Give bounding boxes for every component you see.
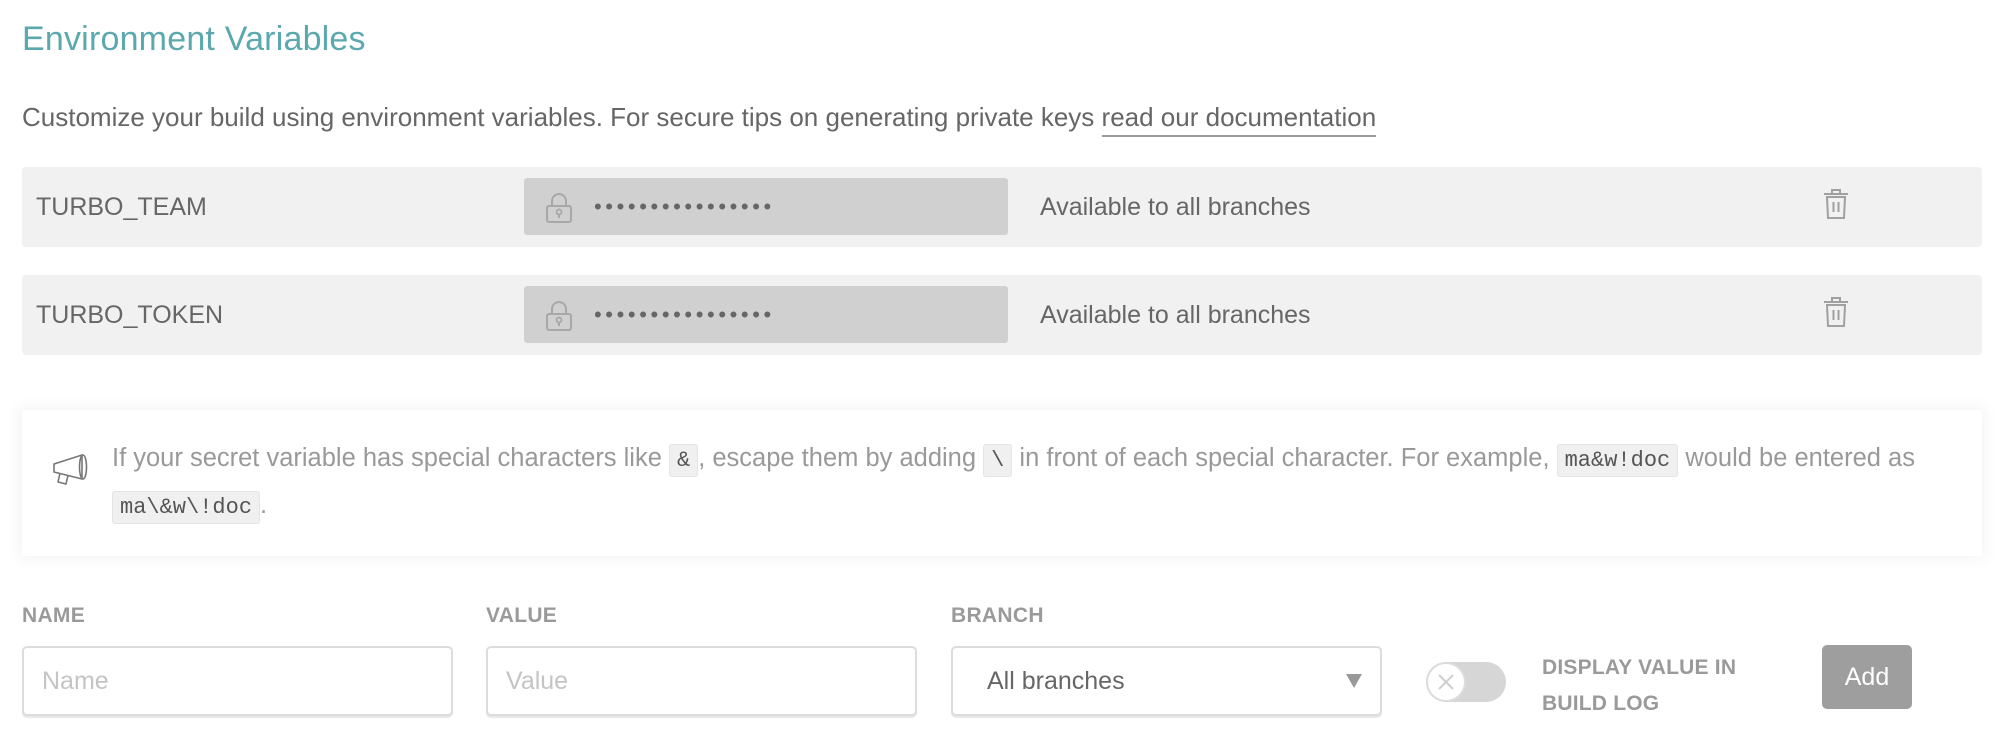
branch-selected-value: All branches xyxy=(987,667,1125,695)
env-var-value: •••••••••••••••• xyxy=(524,286,1008,343)
value-label: VALUE xyxy=(486,604,558,627)
branch-select[interactable]: All branches xyxy=(951,646,1382,716)
notice-text: If your secret variable has special char… xyxy=(112,436,1952,530)
env-var-branch: Available to all branches xyxy=(1040,301,1311,329)
masked-value: •••••••••••••••• xyxy=(594,302,775,327)
code-example: ma&w!doc xyxy=(1556,444,1679,477)
env-var-value: •••••••••••••••• xyxy=(524,178,1008,235)
special-characters-notice: If your secret variable has special char… xyxy=(22,410,1982,556)
name-input[interactable] xyxy=(22,646,453,716)
documentation-link[interactable]: read our documentation xyxy=(1101,102,1377,137)
megaphone-icon xyxy=(53,454,88,485)
lock-icon xyxy=(546,301,572,331)
env-var-name: TURBO_TOKEN xyxy=(36,301,224,329)
env-var-branch: Available to all branches xyxy=(1040,193,1311,221)
trash-icon[interactable] xyxy=(1822,295,1850,329)
name-label: NAME xyxy=(22,604,86,627)
description-text: Customize your build using environment v… xyxy=(22,102,1102,132)
display-value-label: DISPLAY VALUE IN BUILD LOG xyxy=(1542,656,1737,715)
notice-text-part: If your secret variable has special char… xyxy=(112,444,669,472)
toggle-knob xyxy=(1426,662,1466,702)
notice-text-part: would be entered as xyxy=(1678,444,1915,472)
page-description: Customize your build using environment v… xyxy=(22,102,1377,137)
env-var-row: TURBO_TEAM •••••••••••••••• Available to… xyxy=(22,167,1982,247)
notice-text-part: , escape them by adding xyxy=(698,444,984,472)
value-input[interactable] xyxy=(486,646,917,716)
env-var-row: TURBO_TOKEN •••••••••••••••• Available t… xyxy=(22,275,1982,355)
notice-text-part: in front of each special character. For … xyxy=(1012,444,1557,472)
masked-value: •••••••••••••••• xyxy=(594,194,775,219)
add-button[interactable]: Add xyxy=(1822,645,1912,709)
notice-text-part: . xyxy=(260,491,268,519)
trash-icon[interactable] xyxy=(1822,187,1850,221)
env-var-name: TURBO_TEAM xyxy=(36,193,207,221)
lock-icon xyxy=(546,193,572,223)
code-example-escaped: ma\&w\!doc xyxy=(112,491,261,524)
display-value-toggle[interactable] xyxy=(1426,662,1506,702)
page-title: Environment Variables xyxy=(22,20,366,58)
code-ampersand: & xyxy=(669,444,699,477)
code-backslash: \ xyxy=(983,444,1013,477)
close-icon xyxy=(1438,674,1454,690)
branch-label: BRANCH xyxy=(951,604,1044,627)
chevron-down-icon xyxy=(1346,674,1362,688)
